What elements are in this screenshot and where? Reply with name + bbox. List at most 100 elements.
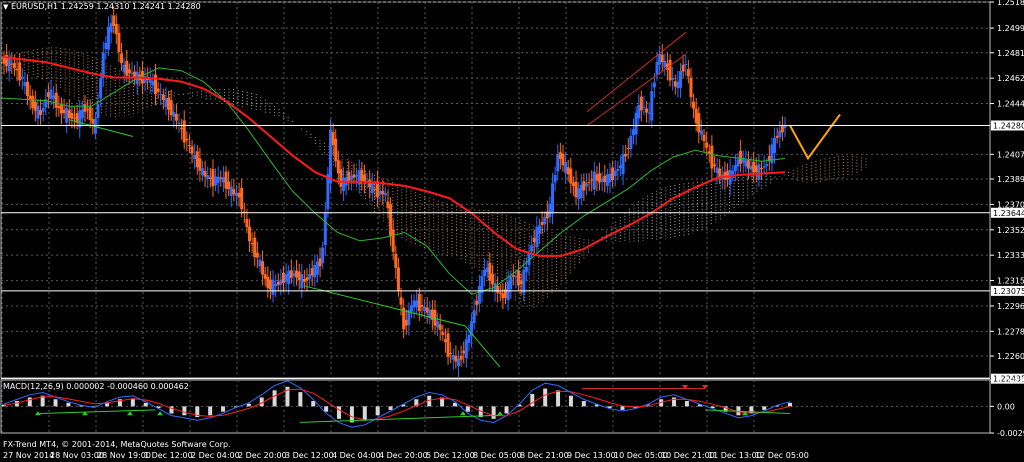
candle-body bbox=[274, 284, 278, 287]
candle-body bbox=[673, 81, 677, 87]
candle-body bbox=[86, 109, 90, 111]
candle-body bbox=[321, 247, 325, 264]
candle-body bbox=[101, 52, 105, 78]
candle-body bbox=[308, 273, 312, 280]
candle-body bbox=[73, 117, 77, 119]
candle-body bbox=[368, 179, 372, 188]
candle-body bbox=[281, 272, 285, 283]
candle-body bbox=[54, 92, 58, 108]
candle-body bbox=[96, 104, 100, 118]
candle-body bbox=[501, 293, 505, 299]
candle-body bbox=[232, 189, 236, 195]
dropdown-arrow-icon[interactable]: ▼ bbox=[3, 3, 8, 11]
candle-body bbox=[167, 97, 171, 110]
candle-body bbox=[153, 74, 157, 95]
candle-body bbox=[106, 26, 110, 50]
y-tick-label: 1.24990 bbox=[997, 24, 1024, 33]
x-tick-label: 9 Dec 13:00 bbox=[567, 451, 616, 460]
candle-body bbox=[266, 276, 270, 288]
macd-histogram-bar bbox=[620, 406, 625, 410]
candle-body bbox=[130, 72, 134, 75]
candle-body bbox=[454, 356, 458, 362]
macd-histogram-bar bbox=[208, 406, 213, 416]
candle-body bbox=[702, 134, 706, 142]
candle-body bbox=[739, 150, 743, 164]
candle-body bbox=[699, 130, 703, 135]
candle-body bbox=[91, 119, 95, 124]
candle-body bbox=[373, 188, 377, 190]
chart-header: ▼ EURUSD,H1 1.24259 1.24310 1.24241 1.24… bbox=[3, 2, 201, 11]
candle-body bbox=[255, 252, 259, 258]
macd-histogram-bar bbox=[337, 406, 342, 419]
y-tick-label: 1.23335 bbox=[997, 251, 1024, 260]
candle-body bbox=[164, 98, 168, 107]
candle-body bbox=[195, 151, 199, 168]
macd-histogram-bar bbox=[27, 397, 32, 407]
candle-body bbox=[566, 167, 570, 175]
x-tick-label: 4 Dec 04:00 bbox=[332, 451, 381, 460]
candle-body bbox=[600, 178, 604, 182]
candle-body bbox=[621, 154, 625, 175]
candle-body bbox=[412, 300, 416, 308]
candle-body bbox=[169, 100, 173, 116]
candle-body bbox=[214, 176, 218, 186]
candle-body bbox=[595, 174, 599, 181]
candle-body bbox=[556, 154, 560, 172]
x-tick-label: 5 Dec 12:00 bbox=[426, 451, 475, 460]
candle-body bbox=[712, 164, 716, 167]
chart-canvas[interactable]: 27 Nov 201428 Nov 03:0028 Nov 19:001 Dec… bbox=[0, 0, 1024, 462]
candle-body bbox=[216, 176, 220, 183]
trendline-green[interactable] bbox=[464, 325, 501, 368]
candle-body bbox=[762, 166, 766, 168]
candle-body bbox=[524, 266, 528, 272]
candle-body bbox=[438, 324, 442, 330]
candle-body bbox=[180, 127, 184, 130]
macd-histogram-bar bbox=[504, 406, 509, 414]
candle-body bbox=[574, 181, 578, 198]
candle-body bbox=[297, 271, 301, 281]
candle-body bbox=[624, 153, 628, 157]
candle-body bbox=[258, 259, 262, 267]
chart-window[interactable]: 27 Nov 2014 28 Nov 03:00 28 Nov 19:00 1 Dec… bbox=[0, 0, 1024, 462]
y-tick-label: 1.23890 bbox=[997, 175, 1024, 184]
candle-body bbox=[349, 175, 353, 180]
candle-body bbox=[569, 168, 573, 184]
forecast-line[interactable] bbox=[789, 113, 841, 161]
candle-body bbox=[310, 268, 314, 276]
macd-histogram-bar bbox=[684, 401, 689, 407]
candle-body bbox=[561, 153, 565, 166]
candle-body bbox=[522, 270, 526, 294]
y-tick-label: 1.22780 bbox=[997, 327, 1024, 336]
candle-body bbox=[122, 64, 126, 73]
macd-histogram-bar bbox=[581, 401, 586, 407]
candle-body bbox=[752, 161, 756, 173]
candle-body bbox=[598, 173, 602, 183]
candle-body bbox=[642, 106, 646, 108]
candle-body bbox=[240, 187, 244, 210]
candle-body bbox=[381, 190, 385, 195]
candle-body bbox=[88, 107, 92, 121]
candle-body bbox=[203, 171, 207, 177]
candle-body bbox=[174, 113, 178, 121]
candle-body bbox=[584, 183, 588, 187]
candle-body bbox=[684, 64, 688, 66]
candle-body bbox=[443, 339, 447, 342]
candle-body bbox=[287, 270, 291, 284]
candle-body bbox=[284, 274, 288, 282]
candle-body bbox=[420, 304, 424, 307]
candle-body bbox=[360, 169, 364, 182]
macd-histogram-bar bbox=[66, 402, 71, 407]
macd-histogram-bar bbox=[311, 401, 316, 407]
candle-body bbox=[618, 165, 622, 169]
candle-body bbox=[660, 54, 664, 63]
candle-body bbox=[263, 274, 267, 279]
candle-body bbox=[39, 109, 43, 115]
macd-y-tick-label: 0.002962 bbox=[997, 376, 1024, 385]
candle-body bbox=[313, 265, 317, 278]
candle-body bbox=[530, 245, 534, 252]
candle-body bbox=[83, 104, 87, 112]
candle-body bbox=[517, 270, 521, 286]
candle-body bbox=[59, 104, 63, 114]
candle-body bbox=[339, 169, 343, 187]
x-tick-label: 27 Nov 2014 bbox=[3, 451, 54, 460]
